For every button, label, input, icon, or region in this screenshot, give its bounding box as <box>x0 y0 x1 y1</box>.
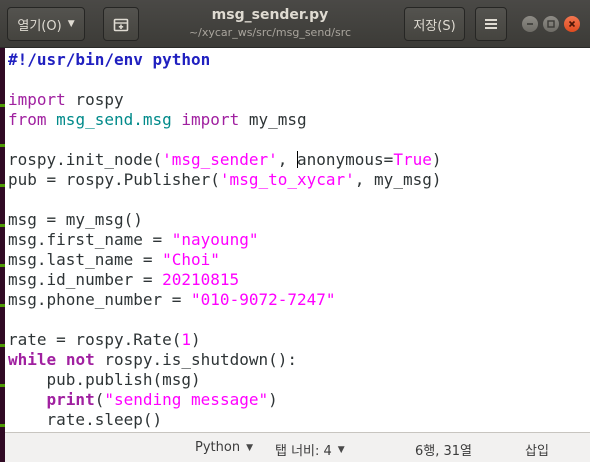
code-text-span: pub = rospy.Publisher( <box>8 170 220 189</box>
module-name: msg_send.msg <box>56 110 172 129</box>
chevron-down-icon: ▼ <box>337 444 345 455</box>
code-text-span: msg.first_name = <box>8 230 172 249</box>
keyword: import <box>181 110 240 129</box>
tab-width-selector[interactable]: 탭 너비: 4 ▼ <box>275 440 345 459</box>
save-button[interactable]: 저장(S) <box>404 7 465 41</box>
code-text-span: my_msg <box>239 110 307 129</box>
string-literal: 'msg_sender' <box>162 150 278 169</box>
builtin-function: print <box>46 390 95 409</box>
new-document-button[interactable] <box>103 7 139 41</box>
maximize-button[interactable] <box>543 16 559 32</box>
code-text-span: pub.publish(msg) <box>8 370 201 389</box>
minimize-icon <box>527 23 533 25</box>
header-bar: 열기(O) ▼ msg_sender.py ~/xycar_ws/src/msg… <box>0 0 590 48</box>
code-text-span: , <box>277 150 297 169</box>
code-line: rospy.init_node('msg_sender', anonymous=… <box>8 150 590 170</box>
string-literal: "nayoung" <box>171 230 259 249</box>
insert-mode-label: 삽입 <box>525 444 549 459</box>
maximize-icon <box>547 20 555 28</box>
code-line: import rospy <box>8 90 590 110</box>
close-button[interactable] <box>564 16 580 32</box>
code-text-span: msg.id_number = <box>8 270 163 289</box>
code-line: msg.id_number = 20210815 <box>8 270 590 290</box>
code-text-span: anonymous= <box>296 150 394 169</box>
string-literal: "010-9072-7247" <box>191 290 336 309</box>
code-text[interactable]: #!/usr/bin/env python import rospy from ms… <box>5 48 590 430</box>
code-text-span: rate.sleep() <box>8 410 163 429</box>
code-line: print("sending message") <box>8 390 590 410</box>
code-line: msg.first_name = "nayoung" <box>8 230 590 250</box>
code-text-span: ( <box>94 390 105 409</box>
open-button[interactable]: 열기(O) ▼ <box>7 7 85 41</box>
shebang: #!/usr/bin/env python <box>8 50 211 69</box>
code-text-span: , my_msg) <box>354 170 442 189</box>
code-text-span: msg.phone_number = <box>8 290 192 309</box>
code-text-span <box>56 350 66 369</box>
code-text-span <box>47 110 57 129</box>
insert-mode-indicator[interactable]: 삽입 <box>525 440 549 459</box>
string-literal: 'msg_to_xycar' <box>219 170 355 189</box>
code-line: #!/usr/bin/env python <box>8 50 590 70</box>
code-line: while not rospy.is_shutdown(): <box>8 350 590 370</box>
code-line: rate.sleep() <box>8 410 590 430</box>
code-text-span: msg.last_name = <box>8 250 163 269</box>
keyword: from <box>8 110 47 129</box>
code-editor[interactable]: #!/usr/bin/env python import rospy from ms… <box>5 48 590 432</box>
hamburger-menu-button[interactable] <box>475 7 507 41</box>
code-text-span: msg = my_msg() <box>8 210 143 229</box>
close-icon <box>568 20 576 28</box>
code-text-span <box>172 110 182 129</box>
tab-width-label: 탭 너비: 4 <box>275 444 332 459</box>
code-line: pub.publish(msg) <box>8 370 590 390</box>
code-text-span: ) <box>191 330 201 349</box>
code-text-span: rospy.is_shutdown(): <box>94 350 298 369</box>
code-line: msg.last_name = "Choi" <box>8 250 590 270</box>
cursor-position[interactable]: 6행, 31열 <box>415 440 472 459</box>
window-title: msg_sender.py <box>211 7 329 23</box>
minimize-button[interactable] <box>522 16 538 32</box>
string-literal: "Choi" <box>162 250 220 269</box>
language-label: Python <box>195 440 241 455</box>
code-line: from msg_send.msg import my_msg <box>8 110 590 130</box>
keyword: while <box>8 350 57 369</box>
new-document-icon <box>113 18 129 32</box>
code-text-span: ) <box>431 150 442 169</box>
chevron-down-icon: ▼ <box>246 442 253 453</box>
number-literal: 1 <box>181 330 192 349</box>
builtin-constant: True <box>393 150 432 169</box>
code-line: msg.phone_number = "010-9072-7247" <box>8 290 590 310</box>
code-text-span <box>8 390 47 409</box>
keyword: import <box>8 90 66 109</box>
number-literal: 20210815 <box>162 270 240 289</box>
code-text-span: rospy.init_node( <box>8 150 163 169</box>
window-subtitle-path: ~/xycar_ws/src/msg_send/src <box>188 26 352 39</box>
code-line: pub = rospy.Publisher('msg_to_xycar', my… <box>8 170 590 190</box>
code-text-span: ) <box>268 390 278 409</box>
window-title-block: msg_sender.py ~/xycar_ws/src/msg_send/sr… <box>150 6 390 40</box>
language-selector[interactable]: Python ▼ <box>195 440 253 455</box>
keyword: not <box>65 350 95 369</box>
status-bar: Python ▼ 탭 너비: 4 ▼ 6행, 31열 삽입 <box>5 432 590 462</box>
hamburger-menu-icon <box>485 19 497 29</box>
open-button-label: 열기(O) <box>17 18 62 34</box>
cursor-position-label: 6행, 31열 <box>415 444 472 459</box>
code-line: msg = my_msg() <box>8 210 590 230</box>
code-text-span: rospy <box>65 90 124 109</box>
save-button-label: 저장(S) <box>413 18 456 34</box>
chevron-down-icon: ▼ <box>67 19 75 29</box>
string-literal: "sending message" <box>104 390 269 409</box>
code-line: rate = rospy.Rate(1) <box>8 330 590 350</box>
code-text-span: rate = rospy.Rate( <box>8 330 182 349</box>
